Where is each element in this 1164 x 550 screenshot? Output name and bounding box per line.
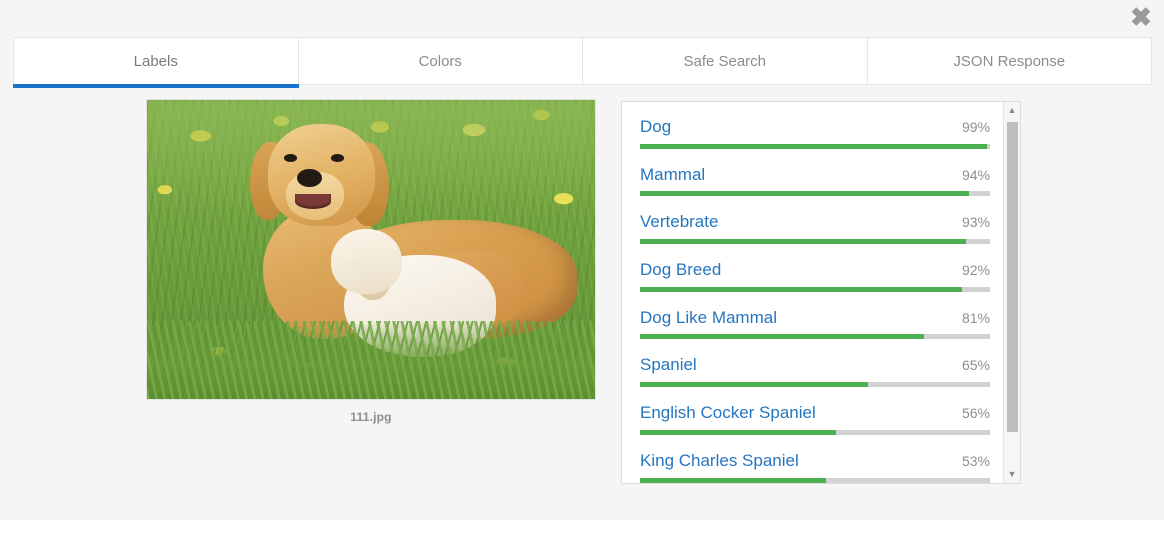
label-score: 94% <box>961 166 990 183</box>
label-score: 65% <box>961 357 990 374</box>
score-bar-track <box>640 429 990 435</box>
score-bar-fill <box>640 239 966 245</box>
scroll-up-arrow-icon[interactable]: ▲ <box>1004 102 1020 119</box>
tab-labels-label: Labels <box>133 52 178 70</box>
label-score: 53% <box>961 452 990 469</box>
dialog-surface: ✖ Labels Colors Safe Search JSON Respons… <box>0 0 1164 520</box>
retriever-nose <box>297 168 322 187</box>
score-bar-track <box>640 143 990 149</box>
tab-bar: Labels Colors Safe Search JSON Response <box>13 37 1152 88</box>
tab-json-response[interactable]: JSON Response <box>867 38 1151 84</box>
score-bar-track <box>640 286 990 292</box>
results-scrollbar[interactable]: ▲ ▼ <box>1003 102 1020 483</box>
score-bar-track <box>640 477 990 483</box>
label-name[interactable]: English Cocker Spaniel <box>640 403 816 423</box>
label-name[interactable]: Dog Breed <box>640 260 721 280</box>
label-row: Dog 99% <box>640 117 990 149</box>
label-row: Dog Breed 92% <box>640 260 990 292</box>
label-name[interactable]: Dog Like Mammal <box>640 308 777 328</box>
retriever-eye-left <box>283 153 298 162</box>
tab-colors-label: Colors <box>418 52 462 70</box>
scrollbar-thumb[interactable] <box>1007 122 1018 432</box>
label-score: 93% <box>961 214 990 231</box>
labels-results-panel: Dog 99% Mammal 94% Vertebrate 93% Dog Breed 92%… <box>621 101 1021 484</box>
retriever-mouth <box>294 194 331 210</box>
image-preview: 111.jpg <box>146 99 596 424</box>
score-bar-track <box>640 334 990 340</box>
label-name[interactable]: Mammal <box>640 165 705 185</box>
score-bar-fill <box>640 334 924 340</box>
label-row: English Cocker Spaniel 56% <box>640 403 990 435</box>
tab-labels[interactable]: Labels <box>13 38 299 88</box>
tab-json-response-label: JSON Response <box>953 52 1066 70</box>
puppy-head <box>330 228 403 295</box>
score-bar-track <box>640 382 990 388</box>
photo-dogs-in-meadow <box>147 100 595 399</box>
label-row: Mammal 94% <box>640 165 990 197</box>
label-row: Spaniel 65% <box>640 356 990 388</box>
score-bar-fill <box>640 477 826 483</box>
score-bar-fill <box>640 429 836 435</box>
label-name[interactable]: Dog <box>640 117 671 137</box>
label-row-header: English Cocker Spaniel 56% <box>640 403 990 423</box>
retriever-eye-right <box>330 153 345 162</box>
tab-safe-search[interactable]: Safe Search <box>583 38 868 84</box>
close-icon[interactable]: ✖ <box>1126 2 1156 32</box>
label-row-header: Dog 99% <box>640 117 990 137</box>
score-bar-track <box>640 239 990 245</box>
label-row: King Charles Spaniel 53% <box>640 451 990 483</box>
label-score: 92% <box>961 262 990 279</box>
label-row-header: Mammal 94% <box>640 165 990 185</box>
label-row: Vertebrate 93% <box>640 213 990 245</box>
tab-safe-search-label: Safe Search <box>683 52 767 70</box>
score-bar-fill <box>640 191 969 197</box>
foreground-grass <box>147 321 595 399</box>
label-score: 81% <box>961 309 990 326</box>
score-bar-fill <box>640 286 962 292</box>
label-row-header: Spaniel 65% <box>640 356 990 375</box>
label-row-header: Dog Breed 92% <box>640 260 990 280</box>
tab-colors[interactable]: Colors <box>298 38 583 84</box>
label-name[interactable]: Vertebrate <box>640 213 718 232</box>
tab-panel-labels: 111.jpg Dog 99% Mammal 94% Vertebrate 93% Dog … <box>0 99 1164 520</box>
label-row-header: Dog Like Mammal 81% <box>640 308 990 328</box>
scroll-down-arrow-icon[interactable]: ▼ <box>1004 466 1020 483</box>
preview-image[interactable] <box>146 99 596 400</box>
score-bar-track <box>640 191 990 197</box>
label-row: Dog Like Mammal 81% <box>640 308 990 340</box>
label-row-header: Vertebrate 93% <box>640 213 990 232</box>
label-row-header: King Charles Spaniel 53% <box>640 451 990 471</box>
label-name[interactable]: King Charles Spaniel <box>640 451 799 471</box>
score-bar-fill <box>640 143 987 149</box>
score-bar-fill <box>640 382 868 388</box>
image-filename-caption: 111.jpg <box>350 410 392 424</box>
label-name[interactable]: Spaniel <box>640 356 697 375</box>
labels-list: Dog 99% Mammal 94% Vertebrate 93% Dog Breed 92%… <box>622 102 1004 483</box>
label-score: 56% <box>961 405 990 422</box>
label-score: 99% <box>961 119 990 135</box>
